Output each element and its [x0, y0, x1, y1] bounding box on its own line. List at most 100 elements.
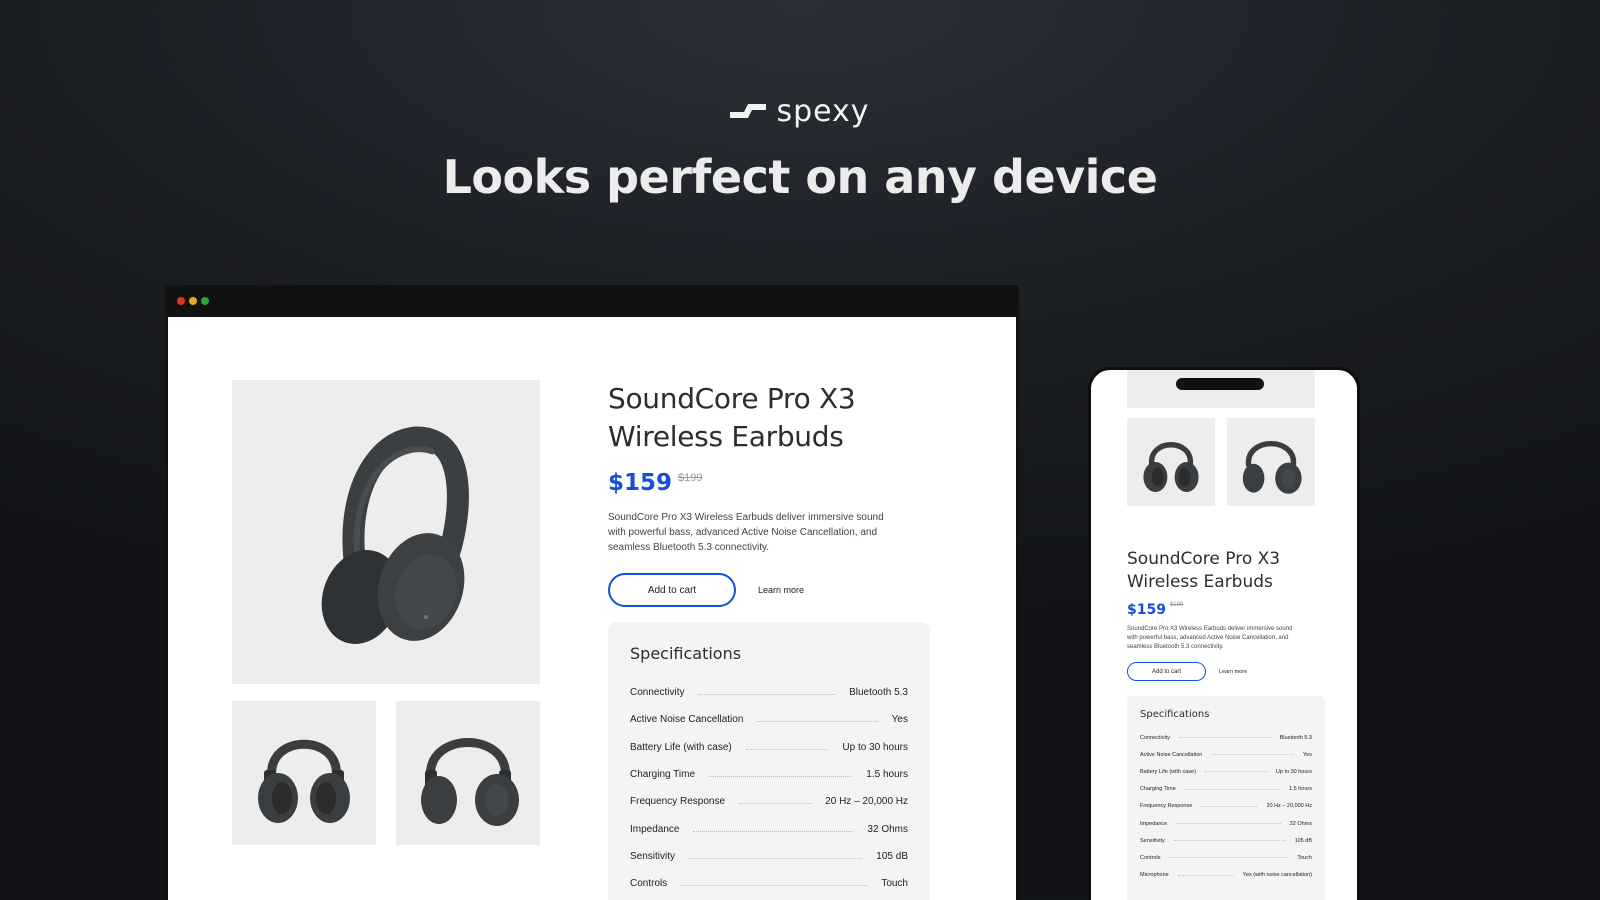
- mobile-specifications-title: Specifications: [1140, 709, 1210, 720]
- spec-value: 105 dB: [876, 850, 908, 862]
- spec-dotted-leader: [1177, 874, 1234, 876]
- spec-dotted-leader: [1173, 840, 1286, 842]
- spec-label: Active Noise Cancellation: [630, 714, 744, 726]
- mobile-product-title-line1: SoundCore Pro X3: [1127, 549, 1281, 569]
- spec-dotted-leader: [757, 721, 878, 723]
- add-to-cart-button[interactable]: Add to cart: [608, 573, 736, 607]
- spec-row: Battery Life (with case) Up to 30 hours: [630, 734, 908, 761]
- mobile-phone-mockup: SoundCore Pro X3 Wireless Earbuds $159 $…: [1088, 367, 1360, 900]
- spec-label: Impedance: [1140, 820, 1168, 827]
- spec-value: Bluetooth 5.3: [849, 687, 908, 699]
- spec-row: Sensitivity 105 dB: [630, 843, 908, 870]
- spec-label: Microphone: [1140, 872, 1169, 879]
- learn-more-link[interactable]: Learn more: [758, 585, 804, 595]
- spec-row: Impedance 32 Ohms: [630, 815, 908, 842]
- mobile-specifications-panel: Specifications Connectivity Bluetooth 5.3…: [1127, 696, 1325, 900]
- spexy-logo-icon: [730, 103, 767, 118]
- mobile-thumbnail-back[interactable]: [1227, 418, 1315, 506]
- specifications-panel: Specifications Connectivity Bluetooth 5.3…: [608, 622, 930, 900]
- product-actions: Add to cart Learn more: [608, 573, 948, 607]
- spec-value: Bluetooth 5.3: [1279, 734, 1312, 741]
- spec-label: Connectivity: [630, 687, 685, 699]
- mobile-product-title-line2: Wireless Earbuds: [1127, 572, 1273, 592]
- spec-label: Impedance: [630, 823, 680, 835]
- specifications-list: Connectivity Bluetooth 5.3 Active Noise Ca…: [630, 679, 908, 897]
- mobile-thumbnail-front[interactable]: [1127, 418, 1215, 506]
- specifications-title: Specifications: [630, 644, 742, 663]
- spec-value: 20 Hz – 20,000 Hz: [1266, 803, 1312, 810]
- spec-label: Charging Time: [1140, 786, 1176, 793]
- mobile-specifications-list: Connectivity Bluetooth 5.3 Active Noise Ca…: [1140, 729, 1312, 884]
- spec-dotted-leader: [1169, 857, 1289, 859]
- spec-row: Controls Touch: [1140, 849, 1312, 866]
- spec-value: Up to 30 hours: [1275, 768, 1312, 775]
- product-thumbnail-front[interactable]: [232, 701, 376, 845]
- brand-name: spexy: [776, 94, 870, 129]
- mobile-product-title: SoundCore Pro X3 Wireless Earbuds: [1127, 548, 1327, 594]
- headphones-back-icon: [421, 738, 519, 826]
- spec-dotted-leader: [1184, 788, 1281, 790]
- product-main-image[interactable]: [232, 380, 540, 684]
- product-title-line2: Wireless Earbuds: [608, 420, 844, 453]
- spec-value: 105 dB: [1294, 837, 1312, 844]
- spec-row: Charging Time 1.5 hours: [1140, 781, 1312, 798]
- spec-row: Microphone Yes (with noise cancellation): [1140, 867, 1312, 884]
- spec-label: Battery Life (with case): [630, 741, 732, 753]
- spec-row: Connectivity Bluetooth 5.3: [630, 679, 908, 706]
- mobile-product-price: $159: [1127, 602, 1166, 618]
- spec-value: Yes (with noise cancellation): [1242, 872, 1312, 879]
- desktop-browser-mockup: SoundCore Pro X3 Wireless Earbuds $159 $…: [165, 285, 1019, 900]
- spec-dotted-leader: [1211, 754, 1295, 756]
- spec-label: Active Noise Cancellation: [1140, 751, 1203, 758]
- spec-label: Controls: [630, 878, 668, 890]
- spec-label: Frequency Response: [630, 796, 726, 808]
- spec-dotted-leader: [693, 830, 854, 832]
- spec-label: Battery Life (with case): [1140, 768, 1196, 775]
- spec-value: Touch: [1297, 854, 1312, 861]
- spec-value: Yes: [1303, 751, 1312, 758]
- spec-dotted-leader: [739, 803, 812, 805]
- headphones-back-icon: [1242, 441, 1302, 494]
- spec-row: Frequency Response 20 Hz – 20,000 Hz: [1140, 798, 1312, 815]
- mobile-learn-more-link[interactable]: Learn more: [1219, 669, 1247, 675]
- mobile-product-description: SoundCore Pro X3 Wireless Earbuds delive…: [1127, 626, 1293, 650]
- spec-dotted-leader: [709, 776, 853, 778]
- spec-row: Sensitivity 105 dB: [1140, 832, 1312, 849]
- spec-value: Yes: [891, 714, 908, 726]
- product-old-price: $199: [678, 472, 703, 484]
- mobile-product-actions: Add to cart Learn more: [1127, 662, 1327, 681]
- spec-row: Charging Time 1.5 hours: [630, 761, 908, 788]
- spec-label: Controls: [1140, 854, 1161, 861]
- spec-label: Frequency Response: [1140, 803, 1193, 810]
- browser-titlebar: [165, 285, 1019, 317]
- minimize-window-dot-icon[interactable]: [189, 297, 197, 305]
- headline: Looks perfect on any device: [442, 150, 1158, 204]
- spec-value: 32 Ohms: [1289, 820, 1312, 827]
- spec-value: Up to 30 hours: [842, 741, 908, 753]
- spec-label: Charging Time: [630, 769, 696, 781]
- spec-value: 20 Hz – 20,000 Hz: [825, 796, 908, 808]
- spec-value: 1.5 hours: [866, 769, 908, 781]
- close-window-dot-icon[interactable]: [177, 297, 185, 305]
- mobile-product-info: SoundCore Pro X3 Wireless Earbuds $159 $…: [1127, 548, 1327, 681]
- mobile-product-old-price: $199: [1169, 602, 1184, 608]
- product-info: SoundCore Pro X3 Wireless Earbuds $159 $…: [608, 380, 948, 607]
- price-row: $159 $199: [608, 470, 948, 496]
- spec-value: Touch: [881, 878, 908, 890]
- headphones-front-icon: [1143, 442, 1199, 492]
- product-description: SoundCore Pro X3 Wireless Earbuds delive…: [608, 512, 884, 553]
- mobile-add-to-cart-button[interactable]: Add to cart: [1127, 662, 1206, 681]
- product-title-line1: SoundCore Pro X3: [608, 382, 856, 415]
- product-price: $159: [608, 470, 673, 496]
- maximize-window-dot-icon[interactable]: [201, 297, 209, 305]
- desktop-viewport: SoundCore Pro X3 Wireless Earbuds $159 $…: [168, 317, 1016, 900]
- spec-row: Impedance 32 Ohms: [1140, 815, 1312, 832]
- spec-label: Connectivity: [1140, 734, 1170, 741]
- spec-row: Frequency Response 20 Hz – 20,000 Hz: [630, 788, 908, 815]
- spec-dotted-leader: [689, 857, 863, 859]
- spec-row: Controls Touch: [630, 870, 908, 897]
- spec-row: Active Noise Cancellation Yes: [1140, 746, 1312, 763]
- spec-label: Sensitivity: [1140, 837, 1165, 844]
- product-thumbnail-back[interactable]: [396, 701, 540, 845]
- headphones-side-icon: [321, 426, 469, 644]
